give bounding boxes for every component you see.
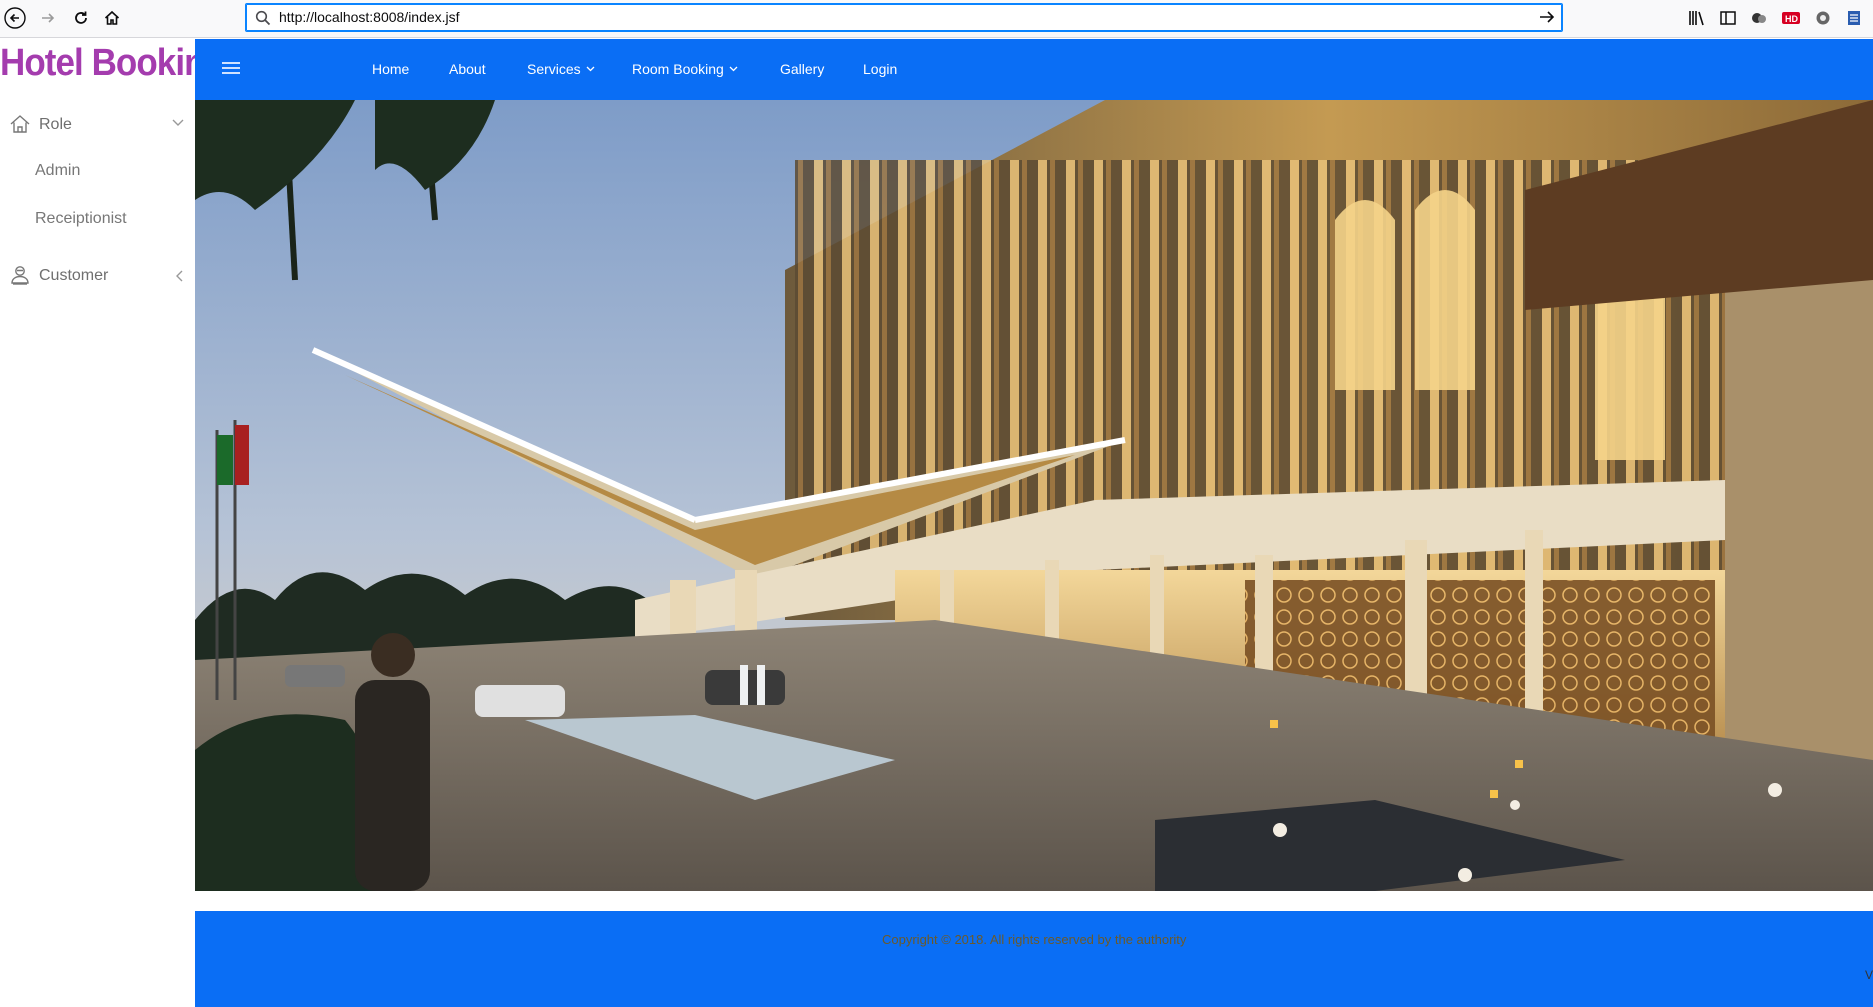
sidebar-subitem-receiptionist[interactable]: Receiptionist <box>35 210 127 228</box>
hd-extension-icon[interactable]: HD <box>1782 9 1800 27</box>
chevron-left-icon <box>176 270 183 282</box>
content-spacer <box>195 891 1873 911</box>
library-icon[interactable] <box>1688 9 1706 27</box>
extension-icon[interactable] <box>1750 9 1768 27</box>
nav-room-booking-label: Room Booking <box>632 61 724 77</box>
sidebar-item-role[interactable]: Role <box>0 107 195 143</box>
reload-icon <box>75 11 87 24</box>
settings-extension-icon[interactable] <box>1814 9 1832 27</box>
back-arrow-icon <box>4 7 26 29</box>
nav-about-link[interactable]: About <box>449 61 486 77</box>
footer-edge-text: V <box>1864 968 1873 982</box>
browser-toolbar: http://localhost:8008/index.jsf HD <box>0 0 1873 38</box>
home-button[interactable] <box>97 3 127 33</box>
go-arrow-icon[interactable] <box>1538 8 1556 26</box>
svg-text:HD: HD <box>1785 14 1798 24</box>
nav-home-link[interactable]: Home <box>372 61 409 77</box>
back-button[interactable] <box>0 3 30 33</box>
hamburger-menu-icon[interactable] <box>222 62 240 76</box>
user-icon <box>11 266 29 285</box>
sidebar-toggle-icon[interactable] <box>1719 9 1737 27</box>
nav-login-link[interactable]: Login <box>863 61 897 77</box>
footer-copyright: Copyright © 2018. All rights reserved by… <box>882 932 1187 947</box>
hero-hotel-image <box>195 100 1873 891</box>
forward-arrow-icon <box>42 13 55 23</box>
nav-services-link[interactable]: Services <box>527 61 595 77</box>
footer: Copyright © 2018. All rights reserved by… <box>195 911 1873 1007</box>
search-icon <box>255 10 271 26</box>
chevron-down-icon <box>172 119 184 126</box>
sidebar-item-label: Role <box>39 116 72 133</box>
nav-services-label: Services <box>527 61 581 77</box>
sidebar-subitem-admin[interactable]: Admin <box>35 162 80 180</box>
sidebar-item-label: Customer <box>39 267 109 284</box>
top-navbar: Home About Services Room Booking Gallery… <box>195 39 1873 100</box>
sidebar-item-customer[interactable]: Customer <box>0 258 195 294</box>
address-bar[interactable]: http://localhost:8008/index.jsf <box>245 3 1563 32</box>
forward-button[interactable] <box>33 3 63 33</box>
reload-button[interactable] <box>66 3 96 33</box>
chevron-down-icon <box>586 66 595 72</box>
brand-title[interactable]: Hotel Booking <box>0 42 226 85</box>
home-icon <box>10 115 30 133</box>
nav-gallery-link[interactable]: Gallery <box>780 61 824 77</box>
url-text[interactable]: http://localhost:8008/index.jsf <box>279 9 460 25</box>
chevron-down-icon <box>729 66 738 72</box>
sidebar: Hotel Booking Role Admin Receiptionist C… <box>0 38 226 1007</box>
home-icon <box>104 10 120 25</box>
nav-room-booking-link[interactable]: Room Booking <box>632 61 738 77</box>
menu-extension-icon[interactable] <box>1845 9 1863 27</box>
